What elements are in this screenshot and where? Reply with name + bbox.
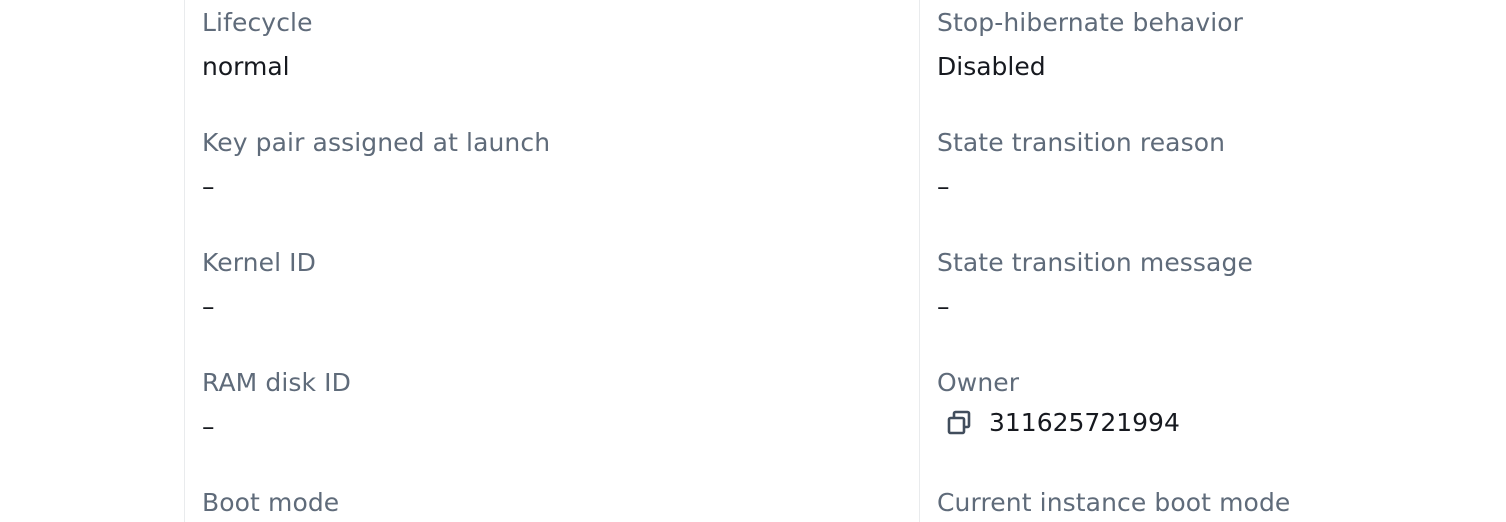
field-label: Stop-hibernate behavior <box>937 8 1244 37</box>
field-value: – <box>202 172 215 201</box>
column-divider-left <box>184 0 185 522</box>
field-value: Disabled <box>937 52 1046 81</box>
field-label: Owner <box>937 368 1020 397</box>
instance-details-panel: Lifecycle normal Key pair assigned at la… <box>0 0 1506 522</box>
details-column-right: Stop-hibernate behavior Disabled State t… <box>937 0 1497 522</box>
field-label: State transition message <box>937 248 1253 277</box>
field-label: Boot mode <box>202 488 340 517</box>
details-column-left: Lifecycle normal Key pair assigned at la… <box>202 0 902 522</box>
column-divider-middle <box>919 0 920 522</box>
field-value: – <box>202 412 215 441</box>
field-label: State transition reason <box>937 128 1226 157</box>
field-label: Kernel ID <box>202 248 317 277</box>
field-label: Lifecycle <box>202 8 313 37</box>
field-label: Current instance boot mode <box>937 488 1291 517</box>
owner-value-row: 311625721994 <box>937 408 1180 438</box>
copy-icon[interactable] <box>945 409 973 437</box>
field-value: – <box>937 292 950 321</box>
owner-account-id: 311625721994 <box>989 408 1180 437</box>
field-label: RAM disk ID <box>202 368 351 397</box>
field-value: – <box>937 172 950 201</box>
field-value: – <box>202 292 215 321</box>
field-value: normal <box>202 52 290 81</box>
field-label: Key pair assigned at launch <box>202 128 551 157</box>
